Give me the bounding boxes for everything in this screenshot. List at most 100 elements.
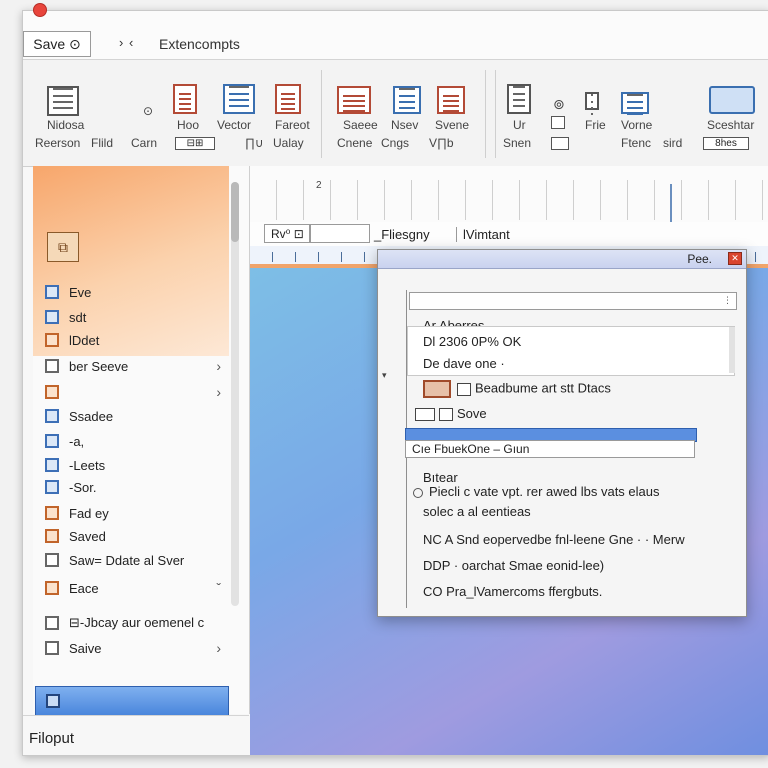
printer-option[interactable]: Beadbume art stt Dtacs (423, 380, 611, 398)
text-document-icon[interactable] (173, 84, 197, 114)
sidebar-item[interactable]: -Leets (45, 454, 221, 476)
screenshot-icon[interactable] (709, 86, 755, 114)
item-icon (45, 616, 59, 630)
chevron-right-icon: › (216, 384, 221, 400)
size-field[interactable] (310, 224, 370, 243)
back-icon[interactable]: ‹ (129, 35, 133, 50)
sidebar-item[interactable]: Eve (45, 281, 221, 303)
box-icon[interactable] (551, 137, 569, 150)
ribbon-label: Vector (217, 118, 252, 132)
printer-icon (423, 380, 451, 398)
sidebar-item[interactable]: -Sor. (45, 476, 221, 498)
item-icon (45, 333, 59, 347)
ruler-number: 2 (316, 180, 322, 191)
save-icon[interactable] (337, 86, 371, 114)
sidebar-item[interactable]: Eace ˇ (45, 577, 221, 599)
sidebar-action-button[interactable] (35, 686, 229, 716)
image-icon[interactable] (393, 86, 421, 114)
dialog-title-bar: Pee. ✕ (378, 250, 746, 269)
clock-icon[interactable]: ⊙ (143, 104, 153, 118)
sidebar-item[interactable]: ber Seeve › (45, 355, 221, 377)
sidebar-item[interactable]: lDdet (45, 329, 221, 351)
item-icon (45, 480, 59, 494)
variant-label[interactable]: lVimtant (456, 227, 510, 242)
picture-icon[interactable] (621, 92, 649, 114)
sidebar-item[interactable]: Saw= Ddate al Sver (45, 549, 221, 571)
list-item[interactable]: Dl 2306 0P% OK (423, 334, 521, 349)
item-icon (45, 529, 59, 543)
style-field[interactable]: Rv⁰ ⊡ (264, 224, 310, 243)
list-item[interactable]: De dave one · (423, 356, 505, 371)
select-tool-icon[interactable]: ⧉ (47, 232, 79, 262)
sidebar-item[interactable]: Saved (45, 525, 221, 547)
ribbon-label: Fareot (275, 118, 310, 132)
item-icon (45, 285, 59, 299)
window-title: Extencompts (159, 36, 240, 52)
sidebar-item[interactable]: -a, (45, 430, 221, 452)
item-icon (45, 641, 59, 655)
table-icon[interactable] (437, 86, 465, 114)
ribbon-label: Cnene (337, 136, 373, 150)
radio-option[interactable]: Piecli c vate vpt. rer awed lbs vats ela… (413, 484, 660, 499)
vector-icon[interactable] (223, 84, 255, 114)
sidebar-item[interactable]: Fad ey (45, 502, 221, 524)
horizontal-ruler: 2 (250, 166, 768, 223)
sidebar-item[interactable]: › (45, 381, 221, 403)
item-icon (45, 409, 59, 423)
ribbon-label: Reerson (35, 136, 81, 150)
format-icon[interactable] (275, 84, 301, 114)
status-text: Filoput (29, 730, 75, 747)
ribbon-label: Nidosa (47, 118, 85, 132)
sidebar-item[interactable]: sdt (45, 306, 221, 328)
layout-box[interactable]: ⊟⊞ (175, 137, 215, 150)
sidebar-item[interactable]: ⊟-Jbcay aur oemenel c (45, 612, 221, 634)
ribbon-label: Ur (513, 118, 526, 132)
ribbon-label: Saeee (343, 118, 378, 132)
radio-button[interactable] (413, 487, 423, 498)
item-icon (45, 434, 59, 448)
scroll-arrow-icon: ⋮ (723, 295, 732, 305)
file-icon[interactable] (585, 92, 599, 110)
save-button[interactable]: Save ⊙ (23, 31, 91, 57)
expand-arrow-icon[interactable]: ▾ (382, 370, 387, 381)
sidebar-item[interactable]: Ssadee (45, 405, 221, 427)
box-icon (439, 408, 453, 422)
item-icon (45, 506, 59, 520)
save-option[interactable]: Sove (415, 406, 487, 422)
equation-icon[interactable] (507, 84, 531, 114)
ribbon-label: Carn (131, 136, 158, 150)
option-label: Bıtear (423, 470, 458, 485)
sidebar: ⧉ Eve sdt lDdet ber Seeve › › Ssadee -a, … (33, 166, 250, 716)
sidebar-scrollbar[interactable] (231, 182, 239, 606)
close-window-dot[interactable] (34, 4, 46, 16)
chevron-down-icon: ˇ (216, 580, 221, 596)
item-icon (45, 385, 59, 399)
option-label: CO Pra_lVamercoms ffergbuts. (423, 584, 603, 599)
ribbon-label: Flild (91, 136, 114, 150)
app-window: Save ⊙ › ‹ Extencompts Nidosa Reerson Fl… (22, 10, 768, 756)
forward-icon[interactable]: › (119, 35, 123, 50)
ribbon-label: sird (663, 136, 683, 150)
search-icon[interactable]: ⊚ (553, 96, 565, 113)
chevron-right-icon: › (216, 640, 221, 656)
shes-box[interactable]: 8hes (703, 137, 749, 150)
ribbon-separator (321, 70, 322, 158)
ribbon-label: Frie (585, 118, 606, 132)
ribbon-label: Vorne (621, 118, 653, 132)
font-label[interactable]: _Fliesgny (374, 227, 430, 242)
ruler-marker[interactable] (670, 184, 672, 222)
box-icon (457, 382, 471, 396)
list-scrollbar[interactable] (729, 327, 735, 373)
ribbon-label: Cngs (381, 136, 410, 150)
format-dropdown[interactable]: Cıe FbuekOne – Gıun (405, 440, 695, 458)
sidebar-item[interactable]: Saive › (45, 637, 221, 659)
option-label: DDP · oarchat Smae eonid-lee) (423, 558, 605, 573)
ribbon-label: Nsev (391, 118, 419, 132)
close-icon[interactable]: ✕ (728, 252, 742, 265)
lock-icon[interactable] (551, 116, 565, 129)
ribbon-separator (485, 70, 486, 158)
document-icon[interactable] (47, 86, 79, 116)
ribbon-label: Ualay (273, 136, 304, 150)
ribbon-separator (495, 70, 496, 158)
dialog-search-input[interactable]: ⋮ (409, 292, 737, 310)
